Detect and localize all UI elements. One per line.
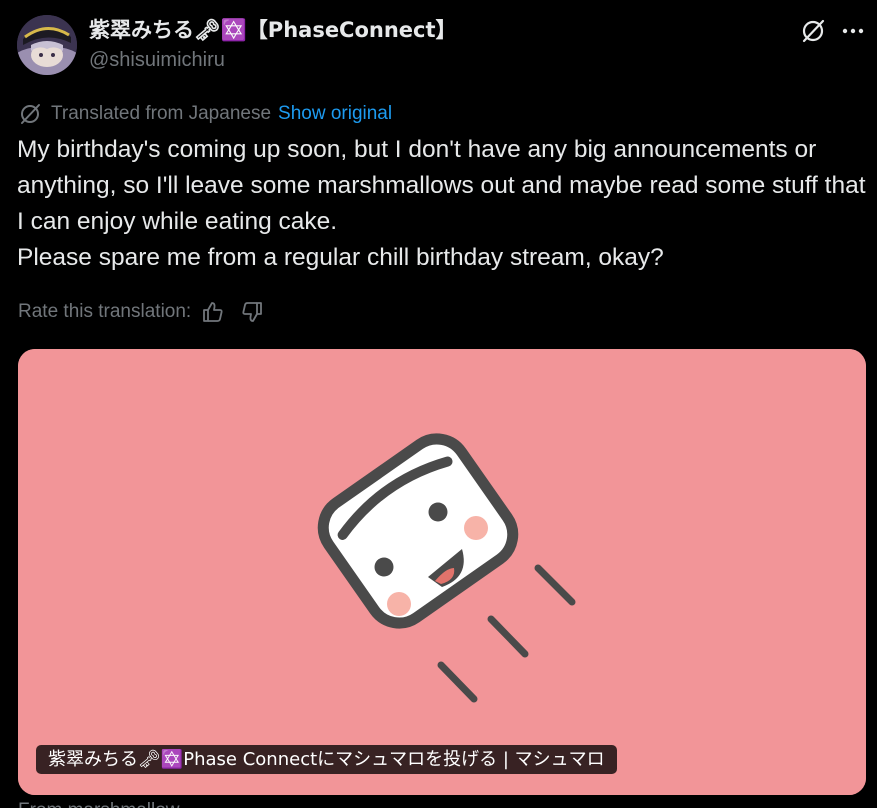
rate-translation-row: Rate this translation: bbox=[18, 299, 264, 325]
more-icon[interactable] bbox=[840, 18, 866, 44]
author-display-name[interactable]: 紫翠みちる🗝✡️【PhaseConnect】 bbox=[89, 16, 457, 44]
avatar[interactable] bbox=[17, 15, 77, 75]
author-handle[interactable]: @shisuimichiru bbox=[89, 47, 225, 73]
translated-from-label: Translated from Japanese bbox=[51, 103, 272, 124]
tweet-text: My birthday's coming up soon, but I don'… bbox=[17, 132, 867, 276]
thumbs-down-icon[interactable] bbox=[240, 300, 264, 324]
thumbs-up-icon[interactable] bbox=[201, 300, 225, 324]
link-card[interactable]: 紫翠みちる🗝✡️Phase Connectにマシュマロを投げる | マシュマロ bbox=[18, 349, 866, 795]
rate-translation-label: Rate this translation: bbox=[18, 301, 192, 322]
tweet-text-line: My birthday's coming up soon, but I don'… bbox=[17, 136, 866, 235]
translation-notice: Translated from Japanese Show original bbox=[18, 102, 392, 126]
card-source-label[interactable]: From marshmallow... bbox=[18, 799, 194, 808]
card-caption: 紫翠みちる🗝✡️Phase Connectにマシュマロを投げる | マシュマロ bbox=[36, 745, 617, 774]
avatar-image bbox=[17, 15, 77, 75]
marshmallow-illustration bbox=[18, 349, 866, 795]
translate-icon bbox=[18, 102, 42, 126]
no-translate-icon[interactable] bbox=[800, 18, 826, 44]
show-original-link[interactable]: Show original bbox=[278, 102, 392, 126]
tweet-text-line: Please spare me from a regular chill bir… bbox=[17, 244, 664, 271]
